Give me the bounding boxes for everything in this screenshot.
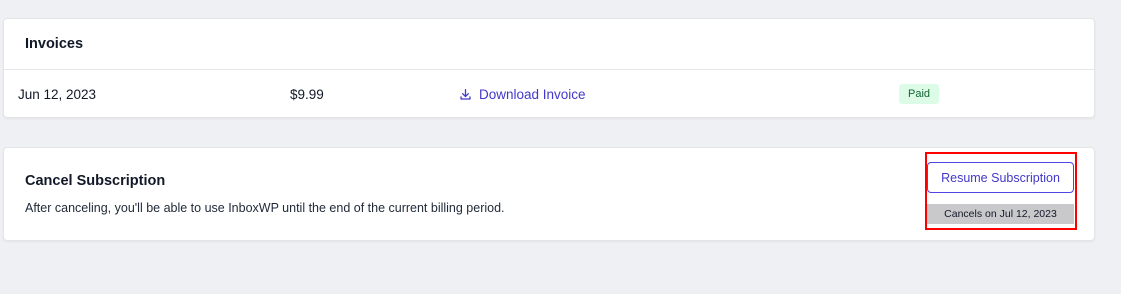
paid-status-badge: Paid (899, 84, 940, 104)
download-invoice-label: Download Invoice (479, 86, 586, 102)
download-icon (460, 88, 471, 100)
invoices-header: Invoices (4, 19, 1094, 70)
highlight-box (925, 152, 1077, 230)
cancel-subscription-description: After canceling, you'll be able to use I… (25, 201, 505, 215)
invoices-title: Invoices (25, 36, 84, 52)
invoice-date: Jun 12, 2023 (18, 86, 97, 102)
invoice-status: Paid (899, 70, 940, 118)
invoice-amount: $9.99 (290, 86, 324, 102)
download-invoice-link[interactable]: Download Invoice (459, 70, 586, 118)
cancel-subscription-title: Cancel Subscription (25, 173, 166, 189)
invoices-card: Invoices Jun 12, 2023 $9.99 Download Inv… (3, 18, 1095, 118)
invoice-row: Jun 12, 2023 $9.99 Download Invoice Paid (4, 70, 1094, 118)
